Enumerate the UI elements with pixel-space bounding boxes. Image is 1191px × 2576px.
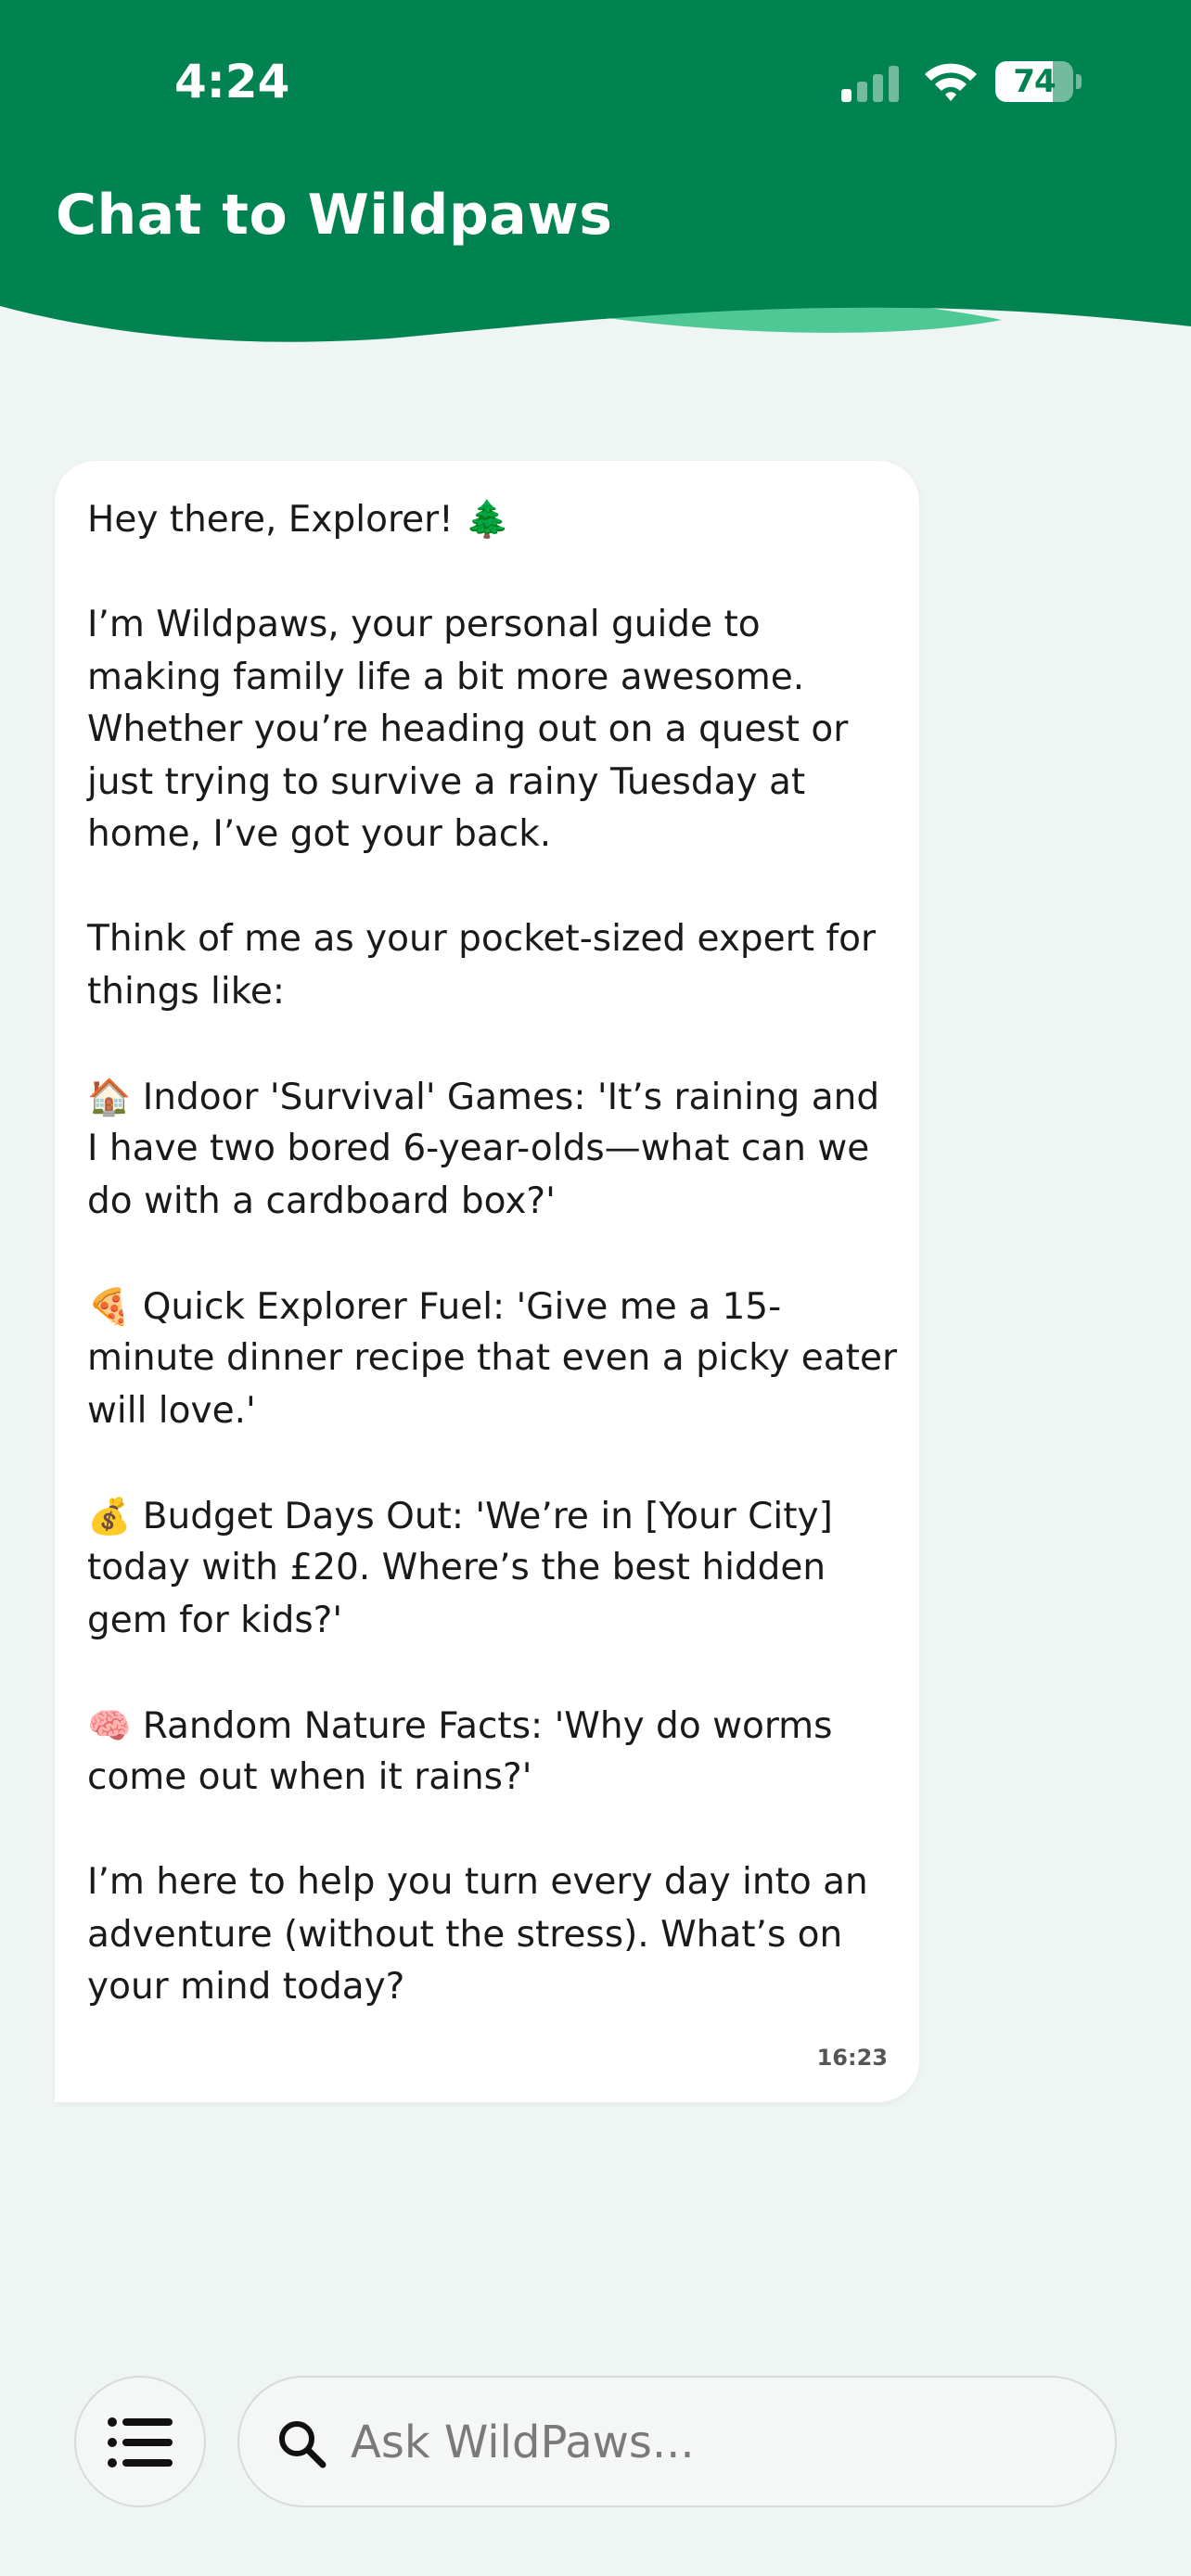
battery-body: 74 — [995, 61, 1073, 102]
message-think-line: things like: — [87, 970, 286, 1013]
list-item-text: today with £20. Where’s the best hidden — [87, 1547, 826, 1588]
battery-level: 74 — [1013, 63, 1056, 100]
list-menu-icon — [108, 2417, 173, 2468]
message-timestamp: 16:23 — [816, 2045, 888, 2071]
cellular-signal-icon — [841, 66, 899, 102]
search-icon — [279, 2421, 327, 2468]
brain-icon: 🧠 — [87, 1704, 132, 1746]
message-list-item: 🏠 Indoor 'Survival' Games: 'It’s raining… — [87, 1071, 888, 1229]
list-item-text: Random Nature Facts: 'Why do worms — [131, 1704, 833, 1747]
list-item-text: I have two bored 6-year-olds—what can we — [87, 1128, 870, 1169]
menu-button[interactable] — [74, 2376, 206, 2507]
message-intro-line: home, I’ve got your back. — [87, 813, 552, 855]
list-item-text: do with a cardboard box?' — [87, 1180, 556, 1222]
list-item-text: minute dinner recipe that even a picky e… — [87, 1337, 897, 1379]
message-outro-line: adventure (without the stress). What’s o… — [87, 1913, 843, 1956]
list-item-text: Budget Days Out: 'We’re in [Your City] — [131, 1495, 833, 1537]
chat-input[interactable] — [351, 2405, 1074, 2480]
wifi-icon — [925, 63, 977, 101]
status-time: 4:24 — [174, 55, 290, 108]
house-icon: 🏠 — [87, 1076, 132, 1117]
message-intro-line: Whether you’re heading out on a quest or — [87, 708, 849, 750]
message-intro-line: I’m Wildpaws, your personal guide to — [87, 604, 761, 645]
chat-screen: 4:24 74 Chat to Wildpaws Hey there, Expl… — [0, 0, 1191, 2576]
message-list-item: 🍕 Quick Explorer Fuel: 'Give me a 15- mi… — [87, 1281, 897, 1438]
list-item-text: Indoor 'Survival' Games: 'It’s raining a… — [131, 1076, 880, 1118]
list-item-text: will love.' — [87, 1389, 256, 1432]
pizza-icon: 🍕 — [87, 1285, 132, 1327]
message-intro-line: making family life a bit more awesome. — [87, 656, 805, 698]
message-think-line: Think of me as your pocket-sized expert … — [87, 918, 877, 960]
list-item-text: gem for kids?' — [87, 1599, 343, 1641]
message-greeting: Hey there, Explorer! 🌲 — [87, 499, 510, 541]
battery-icon: 74 — [995, 61, 1082, 102]
header: 4:24 74 Chat to Wildpaws — [0, 0, 1191, 352]
assistant-message-bubble: Hey there, Explorer! 🌲 I’m Wildpaws, you… — [55, 461, 919, 2102]
list-item-text: come out when it rains?' — [87, 1756, 532, 1798]
chat-input-bar[interactable] — [237, 2376, 1117, 2507]
message-list-item: 💰 Budget Days Out: 'We’re in [Your City]… — [87, 1490, 888, 1648]
battery-cap — [1076, 74, 1082, 89]
money-bag-icon: 💰 — [87, 1495, 132, 1537]
message-list-item: 🧠 Random Nature Facts: 'Why do worms com… — [87, 1700, 888, 1804]
message-intro-line: just trying to survive a rainy Tuesday a… — [87, 760, 806, 803]
status-icons: 74 — [839, 54, 1099, 109]
page-title: Chat to Wildpaws — [56, 183, 613, 248]
message-outro-line: I’m here to help you turn every day into… — [87, 1861, 868, 1903]
list-item-text: Quick Explorer Fuel: 'Give me a 15- — [131, 1285, 782, 1328]
message-outro-line: your mind today? — [87, 1966, 405, 2008]
